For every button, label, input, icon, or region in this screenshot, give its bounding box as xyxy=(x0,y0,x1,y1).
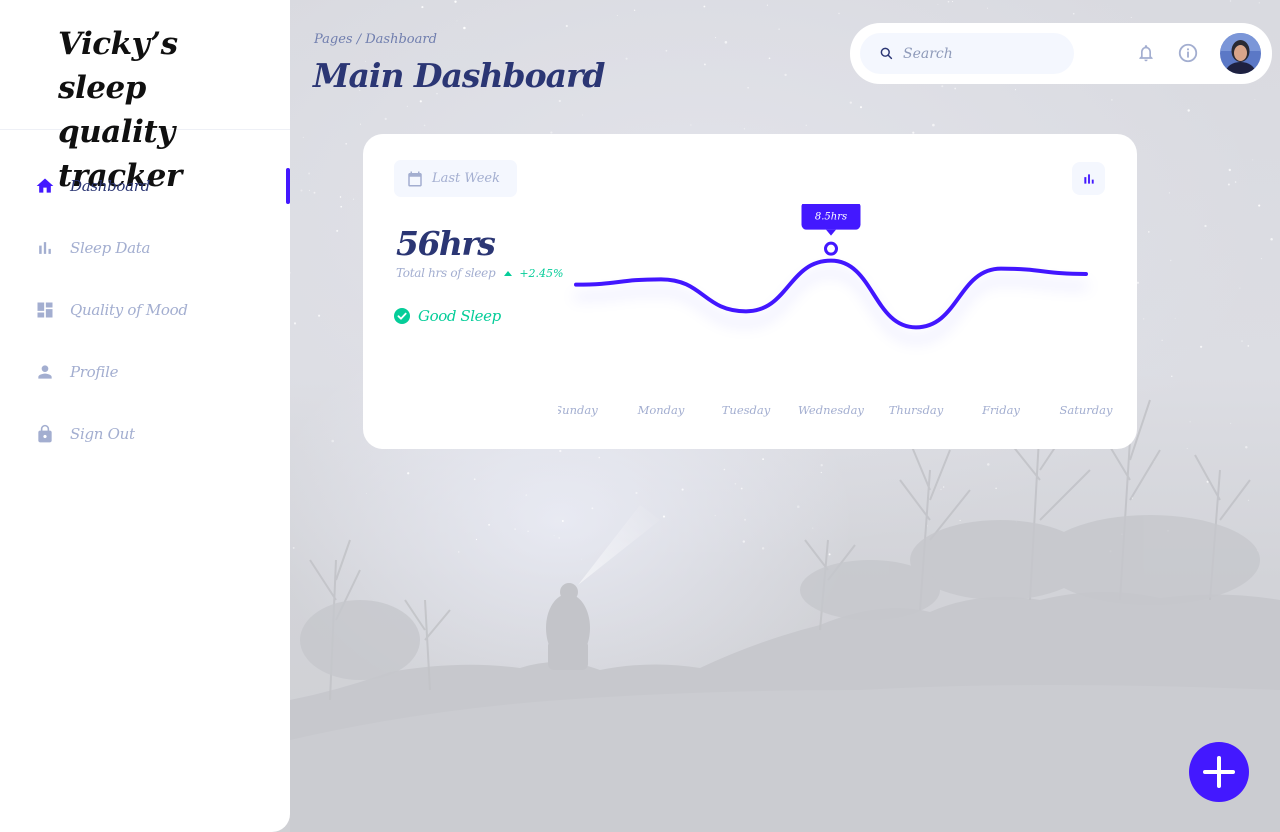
sleep-status: Good Sleep xyxy=(394,307,501,325)
date-range-label: Last Week xyxy=(432,171,500,186)
search-input[interactable] xyxy=(903,45,1063,62)
highlighted-data-point[interactable] xyxy=(824,241,838,256)
sidebar-item-label: Quality of Mood xyxy=(70,301,188,319)
breadcrumb[interactable]: Pages / Dashboard xyxy=(314,32,437,47)
calendar-icon xyxy=(408,171,422,186)
chart-type-button[interactable] xyxy=(1072,162,1105,195)
brand: Vicky’s sleep quality tracker xyxy=(0,0,290,194)
search-box[interactable] xyxy=(860,33,1074,74)
tooltip-label: 8.5hrs xyxy=(815,212,847,223)
info-icon[interactable] xyxy=(1177,42,1199,64)
x-axis-tick-label: Friday xyxy=(981,403,1020,417)
page-title: Main Dashboard xyxy=(313,56,605,95)
lock-icon xyxy=(34,423,56,445)
sidebar-item-sign-out[interactable]: Sign Out xyxy=(0,403,290,465)
date-range-button[interactable]: Last Week xyxy=(394,160,517,197)
add-button[interactable] xyxy=(1189,742,1249,802)
sleep-summary-card: Last Week 56hrs Total hrs of sleep +2.45… xyxy=(363,134,1137,449)
plus-icon xyxy=(1203,756,1235,788)
x-axis-tick-label: Sunday xyxy=(558,403,598,417)
sidebar: Vicky’s sleep quality tracker Dashboard … xyxy=(0,0,290,832)
sleep-line-chart: Sunday Monday Tuesday Wednesday Thursday Frid… xyxy=(558,204,1113,417)
check-circle-icon xyxy=(394,308,410,324)
active-indicator xyxy=(286,168,290,204)
total-sleep-row: Total hrs of sleep +2.45% xyxy=(396,266,564,280)
sidebar-item-label: Sleep Data xyxy=(70,239,151,257)
dashboard-grid-icon xyxy=(34,299,56,321)
bar-chart-icon xyxy=(34,237,56,259)
value-tooltip: 8.5hrs xyxy=(801,204,861,236)
top-toolbar xyxy=(850,23,1272,84)
x-axis-tick-label: Monday xyxy=(637,403,685,417)
trend-percentage: +2.45% xyxy=(519,266,564,280)
sidebar-item-dashboard[interactable]: Dashboard xyxy=(0,155,290,217)
bell-icon[interactable] xyxy=(1136,42,1156,64)
sleep-status-label: Good Sleep xyxy=(418,307,501,325)
x-axis-tick-label: Thursday xyxy=(889,403,944,417)
total-sleep-value: 56hrs xyxy=(396,224,496,263)
sidebar-nav: Dashboard Sleep Data Quality of Mood Pro… xyxy=(0,155,290,465)
search-icon xyxy=(880,47,893,60)
total-sleep-label: Total hrs of sleep xyxy=(396,266,496,280)
trend-up-icon xyxy=(504,271,513,276)
x-axis-tick-label: Saturday xyxy=(1060,403,1113,417)
bar-chart-icon xyxy=(1083,173,1094,184)
x-axis-tick-label: Tuesday xyxy=(722,403,771,417)
sidebar-item-profile[interactable]: Profile xyxy=(0,341,290,403)
sidebar-item-sleep-data[interactable]: Sleep Data xyxy=(0,217,290,279)
x-axis-tick-label: Wednesday xyxy=(798,403,864,417)
home-icon xyxy=(34,175,56,197)
sleep-series-line xyxy=(574,258,1088,330)
person-icon xyxy=(34,361,56,383)
avatar[interactable] xyxy=(1220,33,1261,74)
sidebar-item-label: Sign Out xyxy=(70,425,135,443)
sidebar-item-label: Dashboard xyxy=(70,177,150,195)
sidebar-item-quality-of-mood[interactable]: Quality of Mood xyxy=(0,279,290,341)
sidebar-item-label: Profile xyxy=(70,363,119,381)
